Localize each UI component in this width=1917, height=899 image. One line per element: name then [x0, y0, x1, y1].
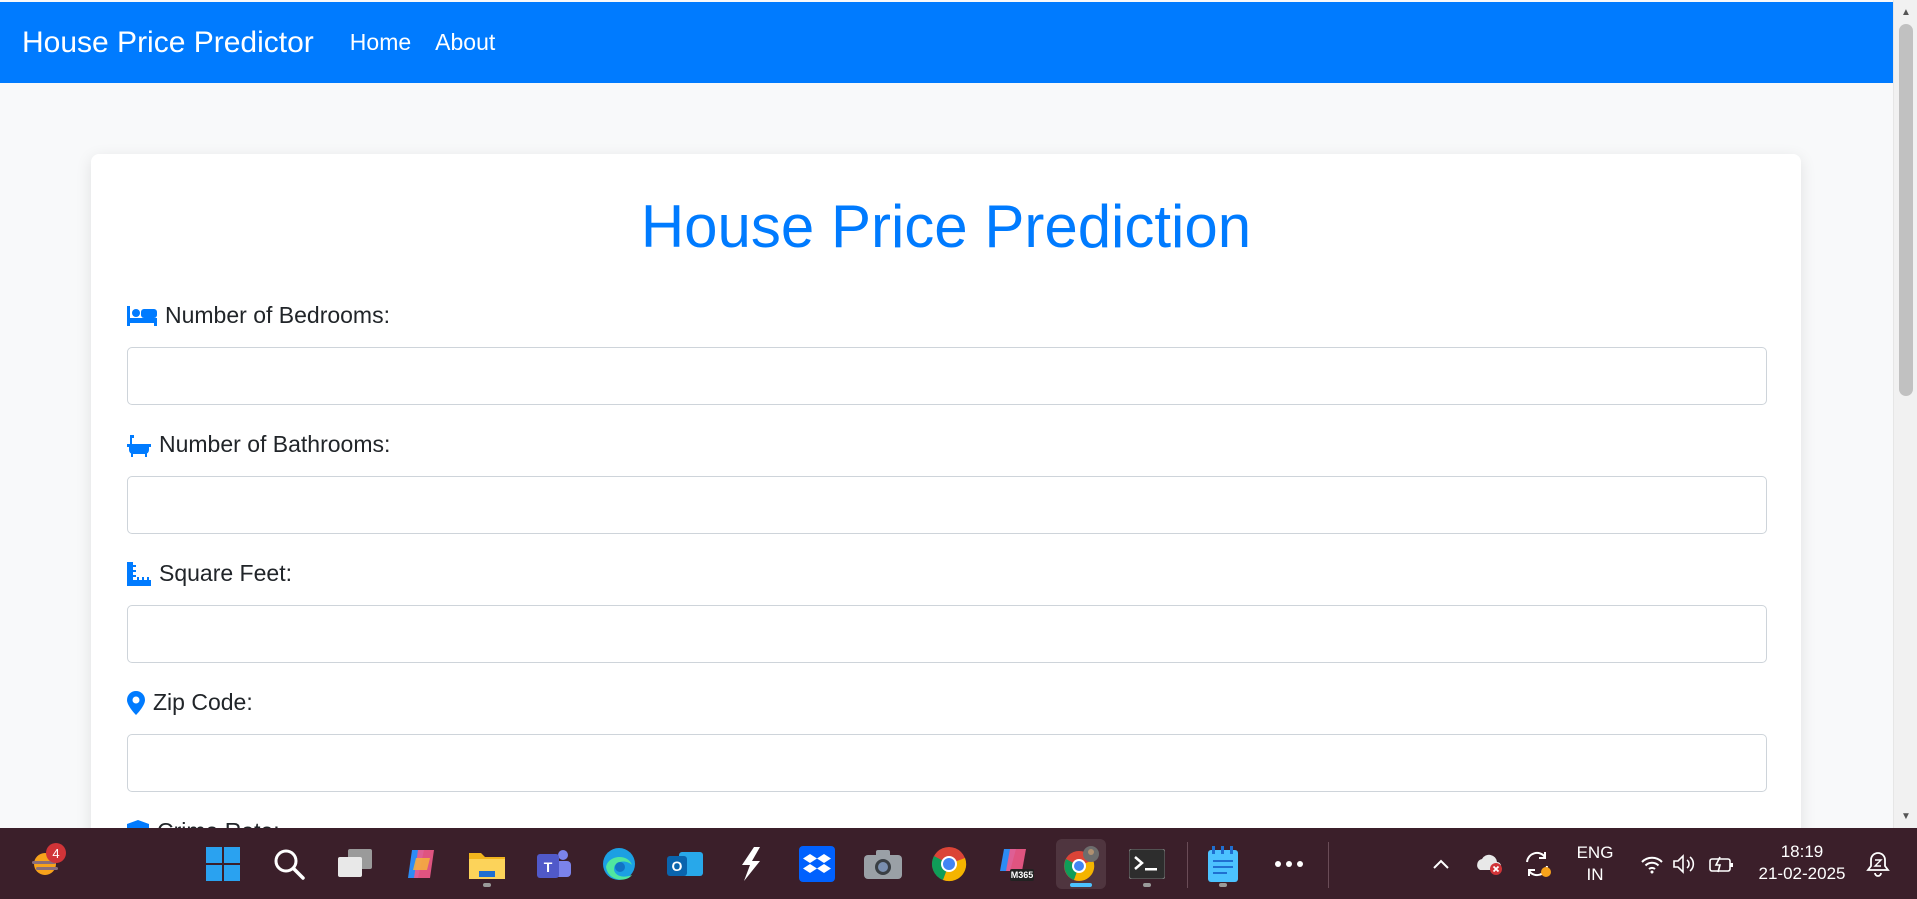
- notepad-icon: [1208, 846, 1238, 882]
- navbar: House Price Predictor Home About: [0, 2, 1893, 83]
- camera-icon: [864, 850, 902, 879]
- start-button[interactable]: [198, 839, 248, 889]
- bedrooms-input[interactable]: [127, 347, 1767, 405]
- file-explorer-button[interactable]: [462, 839, 512, 889]
- clock-date: 21-02-2025: [1758, 864, 1846, 883]
- weather-badge: 4: [46, 843, 66, 863]
- m365-copilot-button[interactable]: M365: [990, 839, 1040, 889]
- page-scrollbar[interactable]: ▲ ▼: [1893, 0, 1917, 828]
- taskbar-divider: [1328, 842, 1329, 888]
- map-pin-icon: [127, 690, 145, 715]
- volume-icon: [1673, 854, 1695, 874]
- nav-link-about[interactable]: About: [435, 29, 495, 56]
- m365-copilot-icon: M365: [1000, 849, 1034, 881]
- copilot-icon: [408, 850, 434, 878]
- language-indicator[interactable]: ENG IN: [1570, 842, 1620, 886]
- outlook-icon: O: [667, 852, 703, 876]
- nav-link-home[interactable]: Home: [350, 29, 411, 56]
- dropbox-button[interactable]: [792, 839, 842, 889]
- more-apps-button[interactable]: [1264, 839, 1314, 889]
- clock[interactable]: 18:19 21-02-2025: [1752, 841, 1852, 885]
- scrollbar-thumb[interactable]: [1899, 24, 1913, 396]
- teams-button[interactable]: T: [528, 839, 578, 889]
- notification-bell-icon: [1866, 852, 1890, 877]
- bed-icon: [127, 305, 157, 326]
- app-s-button[interactable]: [726, 839, 776, 889]
- svg-text:T: T: [544, 859, 553, 875]
- form-title: House Price Prediction: [640, 193, 1252, 260]
- sync-icon: [1526, 851, 1551, 877]
- bath-icon: [127, 433, 151, 457]
- bedrooms-label: Number of Bedrooms:: [127, 302, 390, 329]
- task-view-button[interactable]: [330, 839, 380, 889]
- notepad-button[interactable]: [1198, 839, 1248, 889]
- square-feet-label-text: Square Feet:: [159, 560, 292, 586]
- bathrooms-label: Number of Bathrooms:: [127, 431, 390, 458]
- cloud-error-icon: [1477, 854, 1502, 875]
- folder-icon: [469, 853, 505, 879]
- language-line2: IN: [1586, 865, 1604, 884]
- dropbox-icon: [799, 846, 835, 882]
- sync-status[interactable]: [1512, 839, 1562, 889]
- prediction-form-card: House Price Prediction Number of Bedroom…: [91, 154, 1801, 828]
- onedrive-status[interactable]: [1464, 839, 1514, 889]
- copilot-button[interactable]: [396, 839, 446, 889]
- volume-status[interactable]: [1666, 839, 1702, 889]
- lightning-s-icon: [742, 847, 760, 881]
- bathrooms-input[interactable]: [127, 476, 1767, 534]
- teams-icon: T: [537, 850, 571, 878]
- weather-widget[interactable]: 4: [20, 839, 70, 889]
- battery-charging-icon: [1709, 856, 1733, 873]
- wifi-status[interactable]: [1634, 839, 1670, 889]
- running-indicator: [483, 883, 491, 887]
- terminal-icon: [1129, 849, 1165, 879]
- camera-button[interactable]: [858, 839, 908, 889]
- scroll-up-icon[interactable]: ▲: [1894, 2, 1917, 22]
- show-hidden-icons-button[interactable]: [1416, 839, 1466, 889]
- clock-time: 18:19: [1780, 842, 1824, 861]
- search-button[interactable]: [264, 839, 314, 889]
- navbar-brand[interactable]: House Price Predictor: [22, 26, 314, 60]
- zip-code-label: Zip Code:: [127, 689, 253, 716]
- edge-button[interactable]: [594, 839, 644, 889]
- browser-viewport: House Price Predictor Home About House P…: [0, 0, 1917, 828]
- bedrooms-label-text: Number of Bedrooms:: [165, 302, 390, 328]
- windows-logo-icon: [206, 847, 240, 881]
- notifications-button[interactable]: [1858, 839, 1898, 889]
- running-indicator: [1143, 883, 1151, 887]
- language-line1: ENG: [1576, 843, 1614, 862]
- task-view-icon: [338, 849, 372, 877]
- edge-icon: [603, 848, 635, 880]
- crime-rate-label: Crime Rate:: [127, 818, 280, 828]
- scroll-down-icon[interactable]: ▼: [1894, 806, 1917, 826]
- square-feet-input[interactable]: [127, 605, 1767, 663]
- wifi-icon: [1641, 856, 1663, 874]
- chrome-button[interactable]: [924, 839, 974, 889]
- chrome-profile-button[interactable]: [1056, 839, 1106, 889]
- ruler-icon: [127, 561, 151, 586]
- zip-code-label-text: Zip Code:: [153, 689, 253, 715]
- active-indicator: [1070, 883, 1092, 887]
- square-feet-label: Square Feet:: [127, 560, 292, 587]
- taskbar-divider: [1187, 842, 1188, 888]
- bathrooms-label-text: Number of Bathrooms:: [159, 431, 391, 457]
- chrome-icon: [931, 847, 967, 882]
- chevron-up-icon: [1433, 859, 1449, 869]
- svg-text:O: O: [672, 858, 683, 874]
- more-icon: [1275, 861, 1303, 867]
- battery-status[interactable]: [1704, 839, 1740, 889]
- shield-icon: [127, 819, 149, 828]
- taskbar: 4 T O M365 ENG IN 18:19 21-02-2025: [0, 828, 1917, 899]
- search-icon: [274, 849, 305, 880]
- crime-rate-label-text: Crime Rate:: [157, 818, 280, 828]
- running-indicator: [1219, 883, 1227, 887]
- chrome-profile-icon: [1064, 846, 1099, 881]
- zip-code-input[interactable]: [127, 734, 1767, 792]
- outlook-button[interactable]: O: [660, 839, 710, 889]
- terminal-button[interactable]: [1122, 839, 1172, 889]
- svg-text:M365: M365: [1011, 870, 1034, 880]
